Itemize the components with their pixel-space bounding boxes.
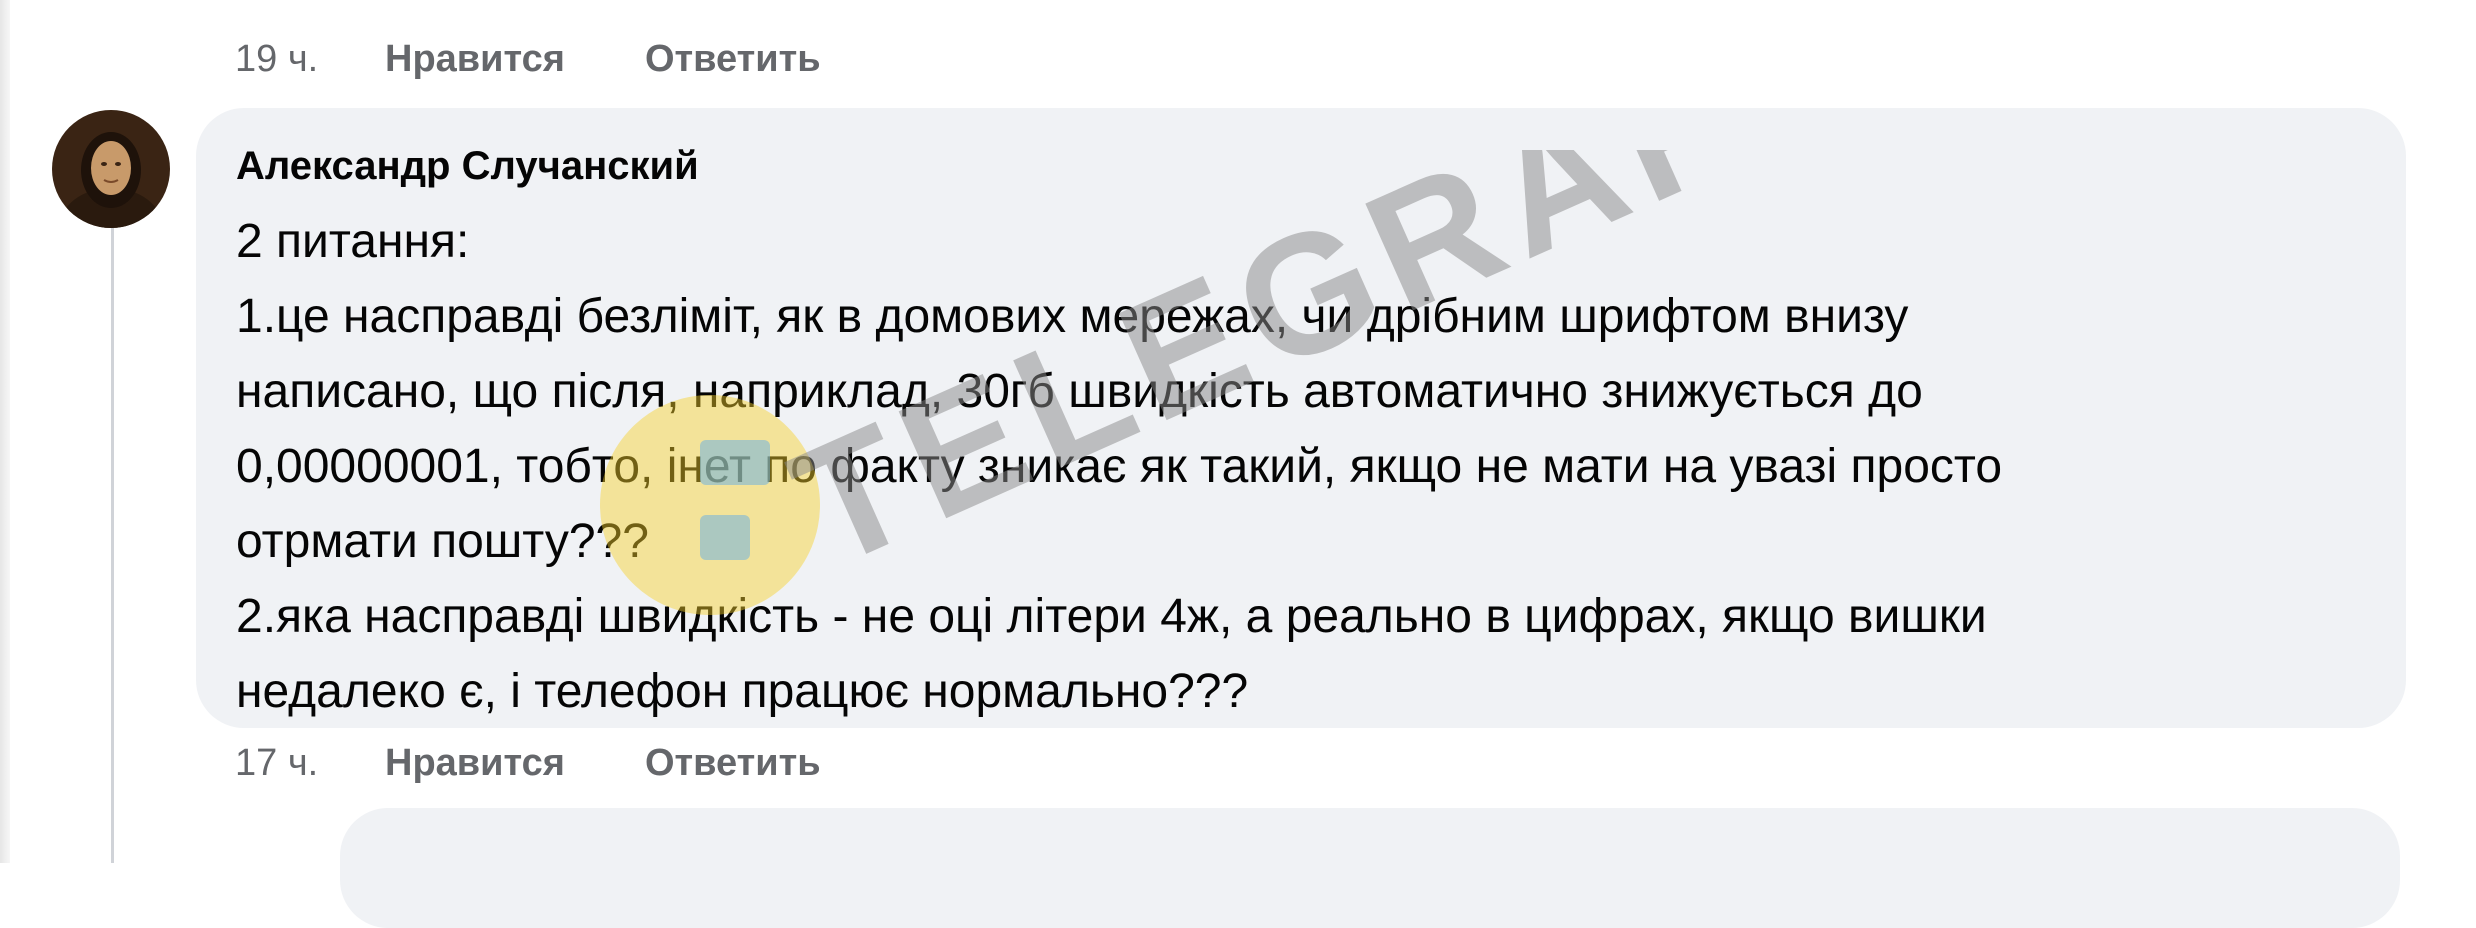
comment-text-line: 2.яка насправді швидкість - не оці літер… (236, 590, 1987, 643)
comment-bubble: Александр Случанский 2 питання: 1.це нас… (196, 108, 2406, 728)
previous-comment-time[interactable]: 19 ч. (235, 38, 385, 81)
next-reply-bubble (340, 808, 2400, 928)
comment-text-line: 1.це насправді безліміт, як в домових ме… (236, 290, 1909, 343)
comment-actions: 17 ч. Нравится Ответить (235, 738, 821, 788)
reply-thread-line (111, 228, 114, 863)
left-edge-border (0, 0, 10, 863)
comment-text-line: 2 питання: (236, 215, 470, 268)
comment-reply-button[interactable]: Ответить (645, 742, 821, 785)
comment-text-line: 0,00000001, тобто, інет по факту зникає … (236, 440, 2003, 493)
comment-like-button[interactable]: Нравится (385, 742, 645, 785)
comment-text-line: недалеко є, і телефон працює нормально??… (236, 665, 1249, 718)
comment-text-line: отрмати пошту??? (236, 515, 649, 568)
comment-author-name[interactable]: Александр Случанский (236, 144, 699, 189)
previous-comment-like-button[interactable]: Нравится (385, 38, 645, 81)
previous-comment-actions: 19 ч. Нравится Ответить (235, 34, 821, 84)
previous-comment-reply-button[interactable]: Ответить (645, 38, 821, 81)
comment-text: 2 питання: 1.це насправді безліміт, як в… (236, 204, 2376, 729)
comment-time[interactable]: 17 ч. (235, 742, 385, 785)
user-avatar-icon[interactable] (52, 110, 170, 228)
comment-text-line: написано, що після, наприклад, 30гб швид… (236, 365, 1923, 418)
